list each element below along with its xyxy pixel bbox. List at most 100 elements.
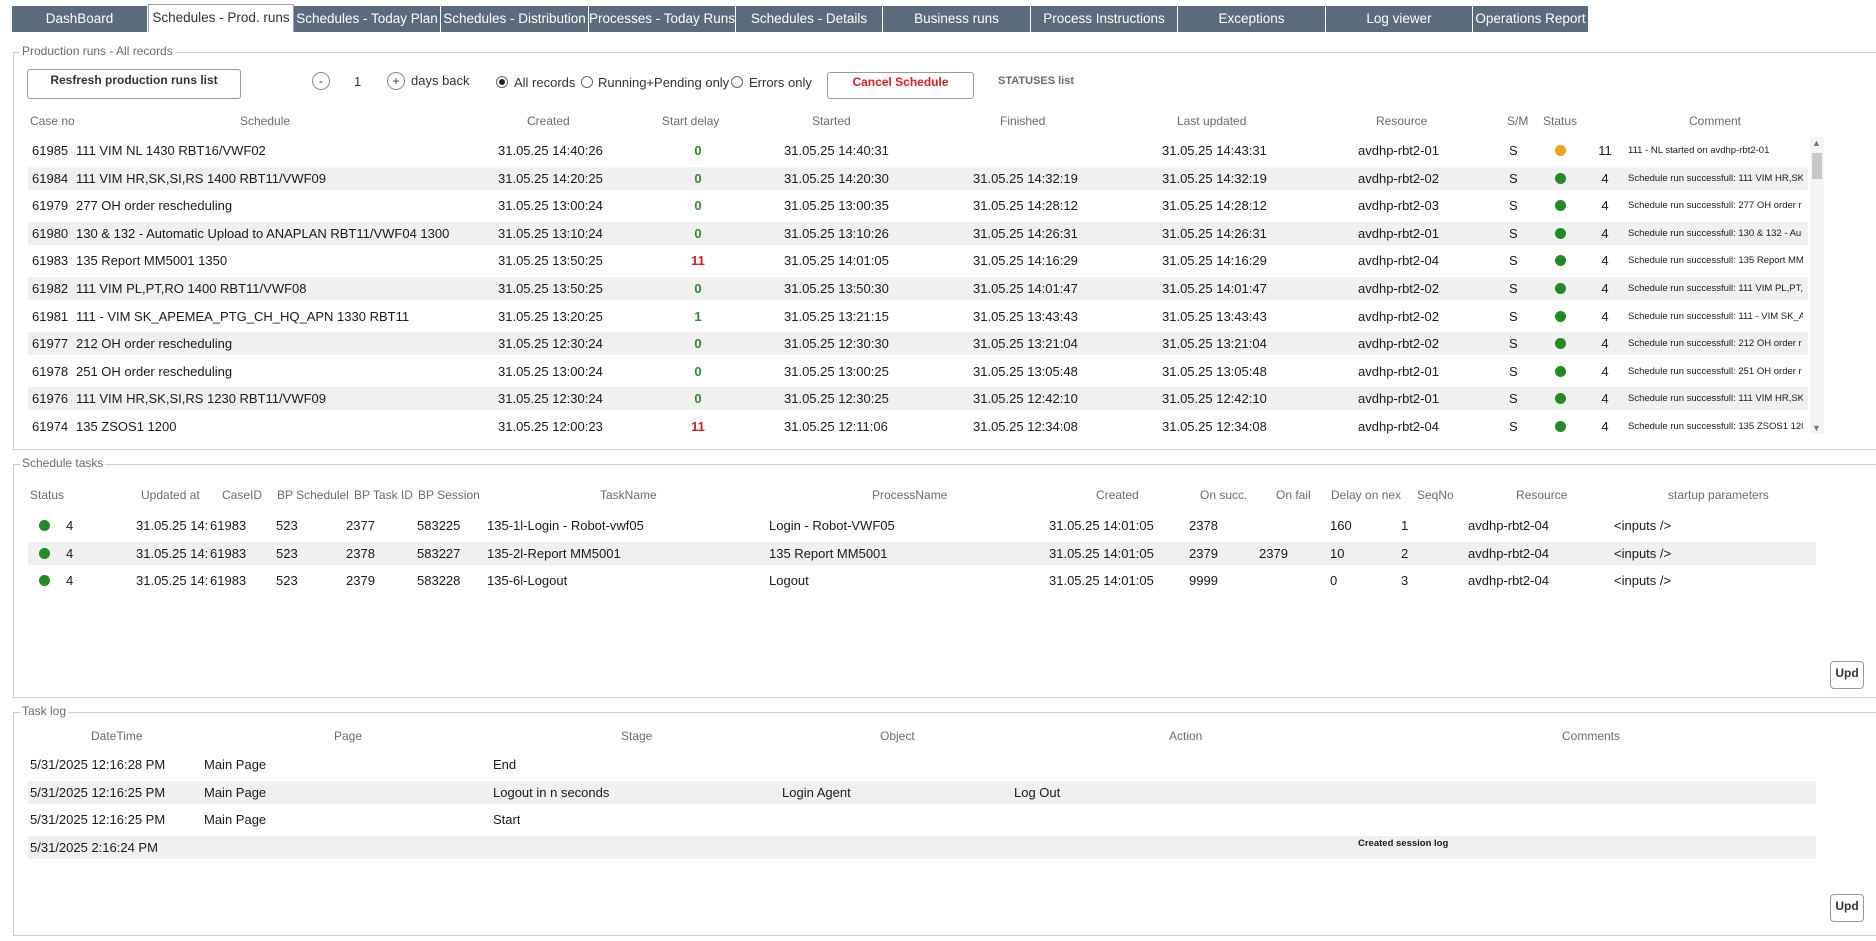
sm-cell: S [1509, 198, 1518, 213]
log-col-page[interactable]: Page [334, 729, 362, 743]
radio-errors-only-label[interactable]: Errors only [749, 75, 812, 90]
tab-exceptions[interactable]: Exceptions [1178, 6, 1326, 32]
case-no-cell: 61984 [32, 171, 69, 186]
resource-cell: avdhp-rbt2-01 [1358, 364, 1439, 379]
started-cell: 31.05.25 14:20:30 [784, 171, 889, 186]
table-row[interactable]: 61976 111 VIM HR,SK,SI,RS 1230 RBT11/VWF0… [28, 387, 1808, 410]
scroll-up-icon[interactable]: ▲ [1812, 138, 1821, 148]
log-update-button[interactable]: Upd [1830, 894, 1864, 922]
table-row[interactable]: 61984 111 VIM HR,SK,SI,RS 1400 RBT11/VWF0… [28, 167, 1808, 190]
tab-schedules-today-plan[interactable]: Schedules - Today Plan [294, 6, 441, 32]
status-dot-icon [1555, 228, 1566, 239]
tab-schedules-prod-runs[interactable]: Schedules - Prod. runs [148, 4, 294, 32]
tab-dashboard[interactable]: DashBoard [12, 6, 148, 32]
sm-cell: S [1509, 419, 1518, 434]
cancel-schedule-button[interactable]: Cancel Schedule [827, 72, 974, 99]
table-row[interactable]: 61981 111 - VIM SK_APEMEA_PTG_CH_HQ_APN 1… [28, 305, 1808, 328]
task-status-cell: 4 [66, 573, 74, 588]
radio-running-pending[interactable] [581, 76, 593, 88]
tab-processes-today-runs[interactable]: Processes - Today Runs [589, 6, 736, 32]
started-cell: 31.05.25 12:11:06 [784, 419, 888, 434]
log-col-stage[interactable]: Stage [621, 729, 652, 743]
task-col-delay-on-next[interactable]: Delay on nex [1331, 488, 1401, 502]
task-col-processname[interactable]: ProcessName [872, 488, 947, 502]
table-row[interactable]: 61980 130 & 132 - Automatic Upload to ANA… [28, 222, 1808, 245]
col-header-finished[interactable]: Finished [1000, 114, 1045, 128]
table-row[interactable]: 5/31/2025 2:16:24 PM Created session log [28, 836, 1816, 859]
radio-all-records-label[interactable]: All records [514, 75, 575, 90]
task-col-on-fail[interactable]: On fail [1276, 488, 1311, 502]
created-cell: 31.05.25 13:20:25 [498, 309, 603, 324]
task-col-created[interactable]: Created [1096, 488, 1139, 502]
table-row[interactable]: 61983 135 Report MM5001 1350 31.05.25 13:5… [28, 249, 1808, 272]
resource-cell: avdhp-rbt2-02 [1358, 171, 1439, 186]
table-row[interactable]: 61977 212 OH order rescheduling 31.05.25 1… [28, 332, 1808, 355]
table-row[interactable]: 5/31/2025 12:16:28 PM Main Page End [28, 753, 1816, 776]
case-no-cell: 61979 [32, 198, 69, 213]
days-increment-button[interactable]: + [387, 72, 405, 90]
log-col-action[interactable]: Action [1169, 729, 1202, 743]
table-row[interactable]: 5/31/2025 12:16:25 PM Main Page Logout in … [28, 781, 1816, 804]
tasks-update-button[interactable]: Upd [1830, 661, 1864, 689]
task-col-bp-session-id[interactable]: BP Session ID [418, 488, 484, 502]
days-value[interactable]: 1 [354, 74, 361, 89]
log-col-comments[interactable]: Comments [1562, 729, 1620, 743]
scrollbar-thumb[interactable] [1812, 153, 1822, 179]
task-col-caseid[interactable]: CaseID [222, 488, 262, 502]
radio-all-records[interactable] [496, 76, 508, 88]
col-header-status[interactable]: Status [1543, 114, 1577, 128]
tab-schedules-distribution[interactable]: Schedules - Distribution [441, 6, 589, 32]
col-header-comment[interactable]: Comment [1689, 114, 1741, 128]
start-delay-cell: 0 [694, 171, 702, 186]
radio-running-pending-label[interactable]: Running+Pending only [598, 75, 729, 90]
col-header-resource[interactable]: Resource [1376, 114, 1427, 128]
log-col-object[interactable]: Object [880, 729, 915, 743]
days-decrement-button[interactable]: - [312, 72, 330, 90]
table-row[interactable]: 4 31.05.25 14: 61983 523 2379 583228 135-6l-Lo… [28, 569, 1816, 592]
task-col-updated-at[interactable]: Updated at [141, 488, 200, 502]
table-row[interactable]: 4 31.05.25 14: 61983 523 2377 583225 135-1l-Lo… [28, 514, 1816, 537]
table-row[interactable]: 61985 111 VIM NL 1430 RBT16/VWF02 31.05.25… [28, 139, 1808, 162]
refresh-runs-button[interactable]: Resfresh production runs list [27, 69, 241, 99]
table-row[interactable]: 5/31/2025 12:16:25 PM Main Page Start [28, 808, 1816, 831]
started-cell: 31.05.25 14:01:05 [784, 253, 889, 268]
task-col-bp-schedule[interactable]: BP Schedulel [277, 488, 349, 502]
col-header-schedule[interactable]: Schedule [240, 114, 290, 128]
tab-schedules-details[interactable]: Schedules - Details [736, 6, 883, 32]
production-runs-scrollbar[interactable]: ▲ ▼ [1810, 137, 1824, 434]
table-row[interactable]: 4 31.05.25 14: 61983 523 2378 583227 135-2l-Re… [28, 542, 1816, 565]
col-header-sm[interactable]: S/M [1507, 114, 1528, 128]
col-header-created[interactable]: Created [527, 114, 570, 128]
col-header-case-no[interactable]: Case no [30, 114, 75, 128]
table-row[interactable]: 61978 251 OH order rescheduling 31.05.25 1… [28, 360, 1808, 383]
statuses-list-link[interactable]: STATUSES list [998, 75, 1074, 87]
schedule-cell: 111 VIM HR,SK,SI,RS 1230 RBT11/VWF09 [76, 391, 326, 406]
task-col-resource[interactable]: Resource [1516, 488, 1567, 502]
col-header-started[interactable]: Started [812, 114, 851, 128]
tab-business-runs[interactable]: Business runs [883, 6, 1031, 32]
datetime-cell: 5/31/2025 12:16:25 PM [30, 785, 166, 800]
tab-process-instructions[interactable]: Process Instructions [1031, 6, 1178, 32]
comment-cell: Schedule run successfull: 111 VIM HR,SK [1628, 173, 1803, 184]
task-col-seqno[interactable]: SeqNo [1417, 488, 1454, 502]
task-col-taskname[interactable]: TaskName [600, 488, 657, 502]
on-fail-cell: 2379 [1259, 546, 1288, 561]
table-row[interactable]: 61979 277 OH order rescheduling 31.05.25 1… [28, 194, 1808, 217]
log-col-datetime[interactable]: DateTime [91, 729, 143, 743]
tab-operations-report[interactable]: Operations Report [1473, 6, 1589, 32]
status-dot-icon [1555, 283, 1566, 294]
col-header-last-updated[interactable]: Last updated [1177, 114, 1246, 128]
table-row[interactable]: 61982 111 VIM PL,PT,RO 1400 RBT11/VWF08 31… [28, 277, 1808, 300]
col-header-start-delay[interactable]: Start delay [662, 114, 719, 128]
status-dot-icon [1555, 145, 1566, 156]
tab-log-viewer[interactable]: Log viewer [1326, 6, 1473, 32]
comment-cell: Schedule run successfull: 130 & 132 - Au [1628, 228, 1802, 239]
table-row[interactable]: 61974 135 ZSOS1 1200 31.05.25 12:00:23 11 31… [28, 415, 1808, 438]
task-col-startup-params[interactable]: startup parameters [1668, 488, 1769, 502]
task-col-bp-task-id[interactable]: BP Task ID [354, 488, 413, 502]
scroll-down-icon[interactable]: ▼ [1812, 423, 1821, 433]
task-col-status[interactable]: Status [30, 488, 64, 502]
created-cell: 31.05.25 13:50:25 [498, 281, 603, 296]
task-col-on-succ[interactable]: On succ. [1200, 488, 1247, 502]
radio-errors-only[interactable] [731, 76, 743, 88]
